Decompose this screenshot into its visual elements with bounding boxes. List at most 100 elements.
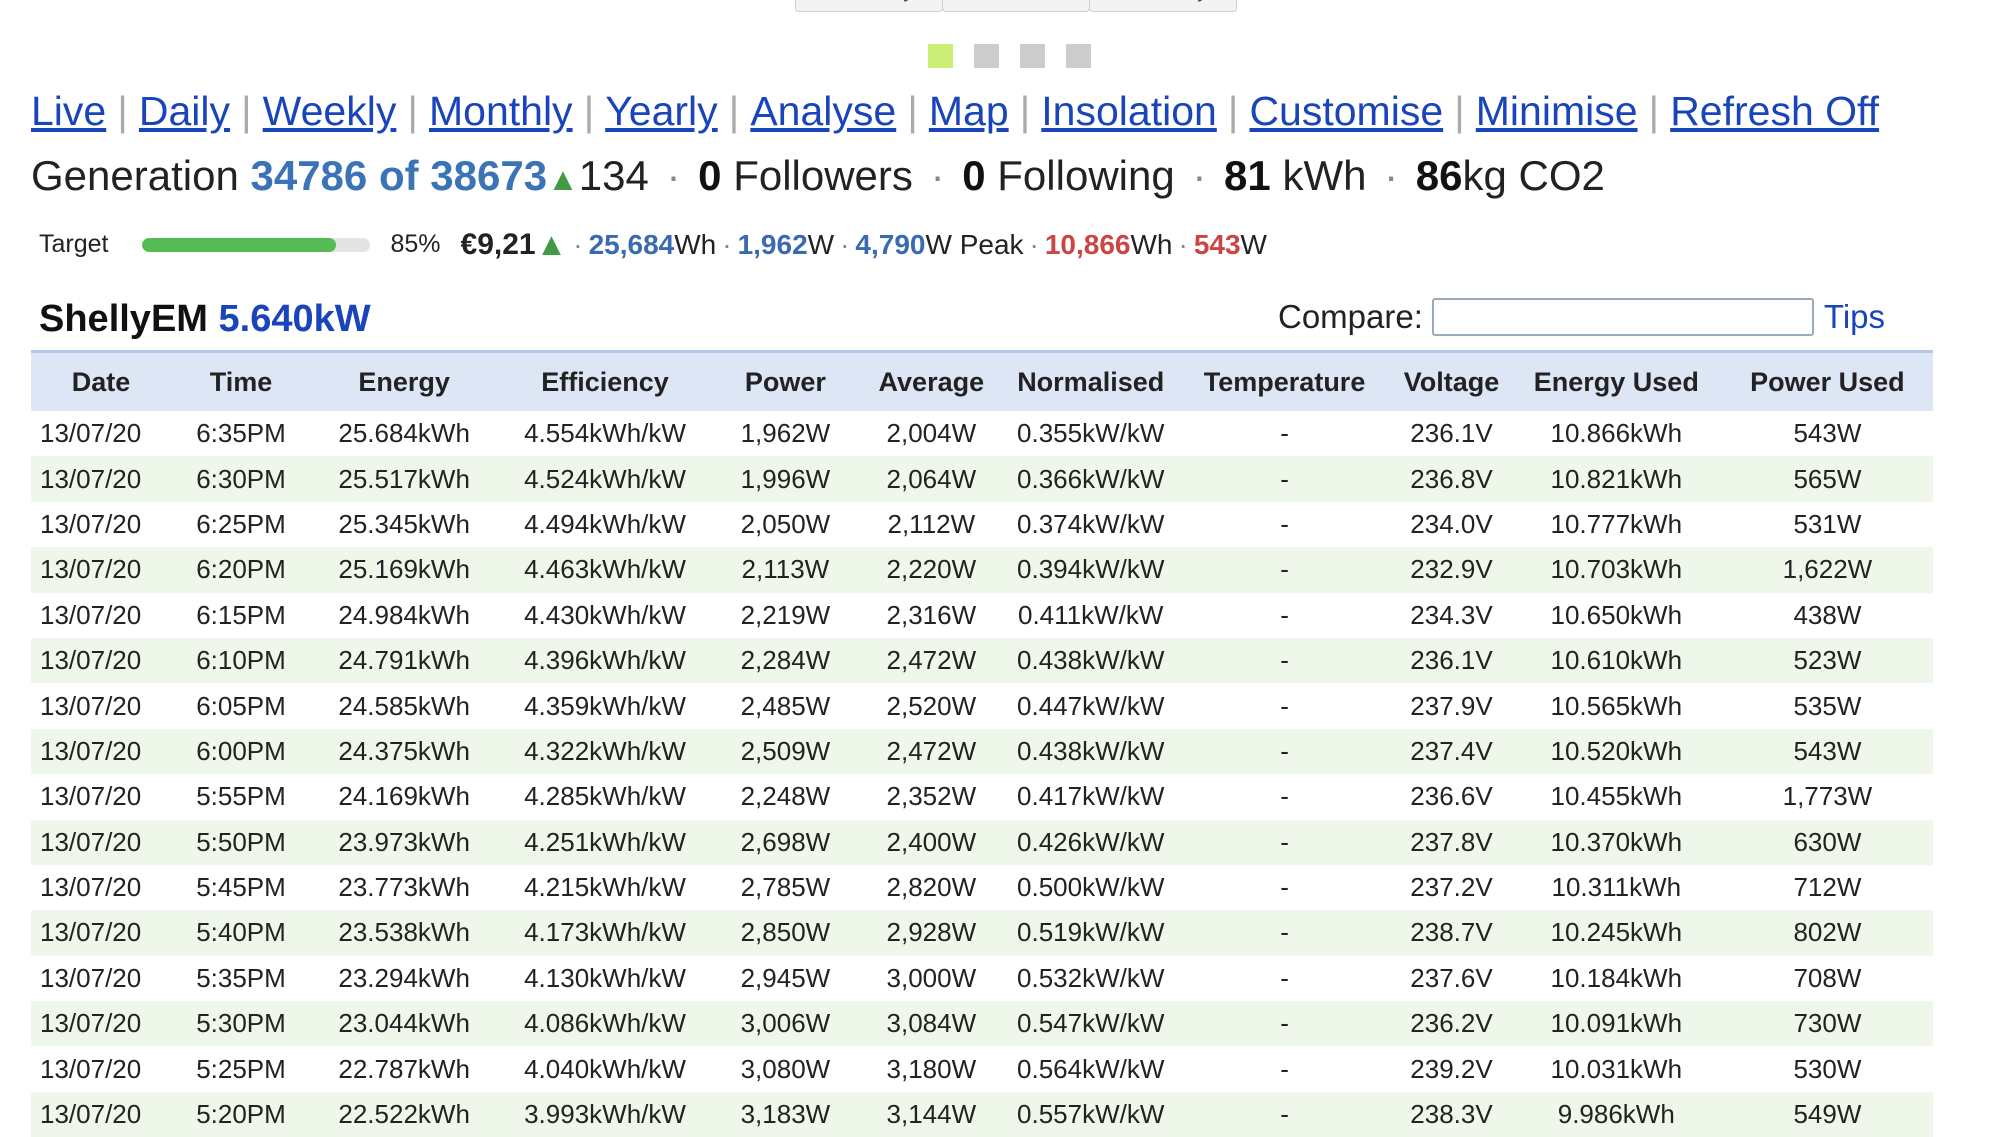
- kwh-label: kWh: [1282, 152, 1367, 199]
- nav-yearly[interactable]: Yearly: [605, 88, 717, 134]
- target-label: Target: [39, 230, 109, 258]
- table-row: 13/07/20 6:20PM 25.169kWh 4.463kWh/kW 2,113W…: [31, 547, 1933, 593]
- nav-separator: |: [907, 88, 918, 134]
- nav-refresh-off[interactable]: Refresh Off: [1670, 88, 1879, 134]
- col-energy-used-header[interactable]: Energy Used: [1510, 353, 1722, 411]
- followers-count: 0: [698, 152, 722, 199]
- next-day-button[interactable]: Next Day: [1089, 0, 1237, 12]
- cell-energy: 24.585kWh: [338, 690, 470, 721]
- cell-normalised: 0.374kW/kW: [1017, 508, 1165, 539]
- cell-date: 13/07/20: [40, 962, 142, 993]
- cell-average: 3,000W: [886, 962, 977, 993]
- cell-average: 2,928W: [858, 910, 1005, 956]
- col-power-used-header[interactable]: Power Used: [1721, 353, 1933, 411]
- cell-efficiency: 4.359kWh/kW: [524, 690, 686, 721]
- cell-temperature: -: [1280, 508, 1289, 539]
- up-arrow-icon: ▲: [535, 226, 568, 262]
- cell-efficiency: 4.524kWh/kW: [497, 456, 713, 502]
- cell-temperature: -: [1280, 599, 1289, 630]
- nav-customise[interactable]: Customise: [1249, 88, 1443, 134]
- cell-normalised: 0.355kW/kW: [1017, 418, 1165, 449]
- nav-monthly[interactable]: Monthly: [429, 88, 573, 134]
- col-energy-header[interactable]: Energy: [311, 353, 498, 411]
- cell-normalised: 0.547kW/kW: [1004, 1001, 1177, 1047]
- col-average-header[interactable]: Average: [858, 353, 1005, 411]
- page-dot-2[interactable]: [974, 44, 999, 68]
- cell-voltage: 234.0V: [1410, 508, 1493, 539]
- system-name: ShellyEM: [39, 298, 208, 340]
- nav-daily[interactable]: Daily: [139, 88, 230, 134]
- cell-voltage: 234.3V: [1410, 599, 1493, 630]
- cell-voltage: 236.2V: [1392, 1001, 1511, 1047]
- cell-power: 2,248W: [740, 781, 831, 812]
- cell-energy: 23.538kWh: [311, 910, 498, 956]
- nav-minimise[interactable]: Minimise: [1476, 88, 1638, 134]
- cell-energy: 25.517kWh: [311, 456, 498, 502]
- cell-power: 3,080W: [740, 1053, 831, 1084]
- table-row: 13/07/20 5:50PM 23.973kWh 4.251kWh/kW 2,698W…: [31, 819, 1933, 865]
- cell-power: 2,485W: [740, 690, 831, 721]
- col-time-header[interactable]: Time: [171, 353, 311, 411]
- cell-normalised: 0.438kW/kW: [1004, 637, 1177, 684]
- table-row: 13/07/20 6:35PM 25.684kWh 4.554kWh/kW 1,962W…: [31, 411, 1933, 456]
- cell-power: 2,850W: [712, 910, 859, 956]
- col-date-header[interactable]: Date: [31, 353, 171, 411]
- table-row: 13/07/20 6:25PM 25.345kWh 4.494kWh/kW 2,050W…: [31, 502, 1933, 547]
- following-label[interactable]: Following: [997, 152, 1174, 199]
- cell-temperature: -: [1280, 690, 1289, 721]
- nav-separator: |: [1648, 88, 1660, 134]
- cell-energy-used: 10.520kWh: [1510, 728, 1722, 775]
- cell-time: 5:35PM: [196, 962, 286, 993]
- col-normalised-header[interactable]: Normalised: [1004, 353, 1177, 411]
- cell-energy-used: 10.610kWh: [1510, 637, 1722, 684]
- date-selector-button[interactable]: 13/07/20: [942, 0, 1090, 12]
- generation-rank-link[interactable]: 34786: [250, 152, 367, 199]
- col-temperature-header[interactable]: Temperature: [1176, 353, 1393, 411]
- col-power-header[interactable]: Power: [712, 353, 859, 411]
- followers-label[interactable]: Followers: [733, 152, 913, 199]
- target-power-unit: W: [807, 228, 835, 260]
- nav-analyse[interactable]: Analyse: [750, 88, 896, 134]
- cell-power-used: 543W: [1721, 728, 1933, 775]
- prev-day-button[interactable]: Prev Day: [795, 0, 943, 12]
- table-row: 13/07/20 6:00PM 24.375kWh 4.322kWh/kW 2,509W…: [31, 728, 1933, 775]
- nav-map[interactable]: Map: [929, 88, 1009, 134]
- cell-temperature: -: [1176, 547, 1393, 593]
- cell-voltage: 238.7V: [1392, 910, 1511, 956]
- system-size-link[interactable]: 5.640kW: [219, 298, 371, 340]
- page-dot-1[interactable]: [928, 44, 953, 68]
- tips-link[interactable]: Tips: [1824, 298, 1885, 336]
- cell-average: 2,220W: [858, 547, 1005, 593]
- cell-voltage: 237.9V: [1410, 690, 1493, 721]
- dot-separator: ·: [930, 152, 945, 199]
- nav-insolation[interactable]: Insolation: [1041, 88, 1217, 134]
- nav-weekly[interactable]: Weekly: [263, 88, 397, 134]
- cell-power-used: 531W: [1793, 508, 1862, 539]
- cell-date: 13/07/20: [31, 456, 171, 502]
- target-money: €9,21: [460, 227, 536, 261]
- cell-energy-used: 10.370kWh: [1510, 819, 1722, 865]
- compare-input[interactable]: [1431, 298, 1814, 336]
- col-voltage-header[interactable]: Voltage: [1392, 353, 1511, 411]
- day-navigation: Prev Day 13/07/20 Next Day: [0, 0, 2001, 16]
- cell-normalised: 0.417kW/kW: [1017, 781, 1165, 812]
- cell-temperature: -: [1176, 819, 1393, 865]
- table-row: 13/07/20 5:55PM 24.169kWh 4.285kWh/kW 2,248W…: [31, 774, 1933, 819]
- col-efficiency-header[interactable]: Efficiency: [497, 353, 713, 411]
- dot-separator: ·: [1029, 228, 1039, 260]
- cell-power-used: 802W: [1721, 910, 1933, 956]
- cell-efficiency: 4.040kWh/kW: [524, 1053, 686, 1084]
- page-dot-3[interactable]: [1020, 44, 1045, 68]
- cell-energy: 24.169kWh: [338, 781, 470, 812]
- cell-power-used: 523W: [1721, 637, 1933, 684]
- status-table: Date Time Energy Efficiency Power Averag…: [31, 353, 1933, 1137]
- nav-live[interactable]: Live: [31, 88, 106, 134]
- cell-efficiency: 4.130kWh/kW: [524, 962, 686, 993]
- dot-separator: ·: [666, 152, 681, 199]
- page-dot-4[interactable]: [1066, 44, 1091, 68]
- cell-power: 3,006W: [712, 1001, 859, 1047]
- dot-separator: ·: [722, 228, 732, 260]
- cell-energy-used: 10.031kWh: [1550, 1053, 1683, 1084]
- cell-temperature: -: [1176, 1001, 1393, 1047]
- cell-power-used: 549W: [1721, 1091, 1933, 1137]
